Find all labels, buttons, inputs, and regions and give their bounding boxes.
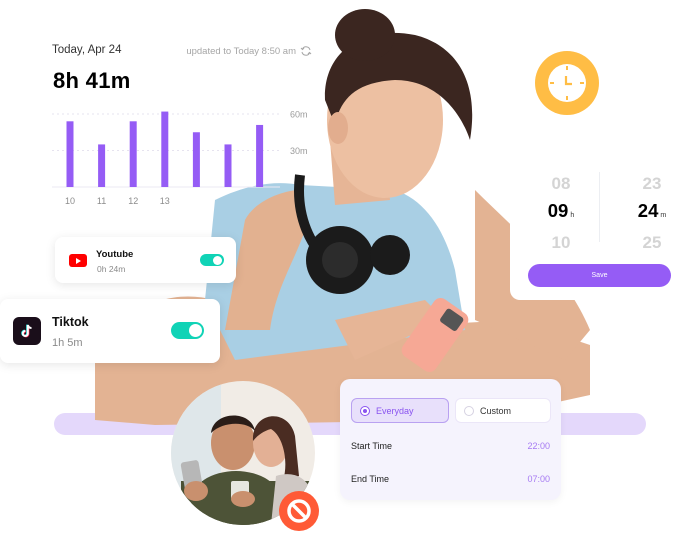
bar-12 xyxy=(129,121,137,187)
app-name: Youtube xyxy=(96,249,134,260)
start-time-value[interactable]: 22:00 xyxy=(527,441,550,451)
bar-10 xyxy=(66,121,74,187)
total-screen-time: 8h 41m xyxy=(53,68,131,93)
minute-value: 24 xyxy=(637,200,659,221)
save-button[interactable]: Save xyxy=(528,264,671,287)
hour-wheel[interactable]: 08 09 h 10 xyxy=(531,170,591,256)
end-time-label: End Time xyxy=(351,474,390,484)
updated-text: updated to Today 8:50 am xyxy=(186,45,296,57)
hour-value: 09 xyxy=(547,200,569,221)
youtube-icon xyxy=(69,254,87,267)
schedule-card: Everyday Custom Start Time 22:00 End Tim… xyxy=(340,379,561,500)
minute-selected[interactable]: 24 m xyxy=(622,197,682,229)
toggle-knob xyxy=(213,255,222,265)
bar-15 xyxy=(224,144,232,187)
toggle-knob xyxy=(189,324,202,337)
radio-custom[interactable] xyxy=(464,405,474,416)
hour-prev[interactable]: 08 xyxy=(531,170,591,197)
time-picker: 08 09 h 10 23 24 m 25 Save xyxy=(510,160,691,300)
radio-everyday[interactable] xyxy=(360,405,370,416)
usage-stats-panel: Today, Apr 24 updated to Today 8:50 am 8… xyxy=(40,30,320,220)
usage-date: Today, Apr 24 xyxy=(52,44,122,56)
updated-status: updated to Today 8:50 am xyxy=(186,45,312,57)
end-time-value[interactable]: 07:00 xyxy=(527,474,550,484)
tiktok-toggle[interactable] xyxy=(171,322,204,339)
bar-16 xyxy=(256,124,264,187)
app-usage-time: 1h 5m xyxy=(52,337,83,349)
y-tick-label: 60m xyxy=(290,110,308,120)
option-label: Custom xyxy=(480,405,512,416)
block-icon xyxy=(279,491,319,531)
bar-11 xyxy=(98,144,106,187)
usage-bar-chart: 60m 30m 10 11 12 13 xyxy=(52,110,308,206)
x-tick-label: 10 xyxy=(65,196,75,206)
hour-next[interactable]: 10 xyxy=(531,229,591,256)
option-everyday[interactable]: Everyday xyxy=(351,398,449,423)
minute-wheel[interactable]: 23 24 m 25 xyxy=(622,170,682,256)
refresh-icon[interactable] xyxy=(300,45,312,57)
y-tick-label: 30m xyxy=(290,146,308,156)
option-custom[interactable]: Custom xyxy=(455,398,551,423)
start-time-label: Start Time xyxy=(351,441,393,451)
tiktok-icon xyxy=(13,317,41,345)
app-usage-time: 0h 24m xyxy=(97,264,126,274)
bar-14 xyxy=(192,132,200,187)
x-tick-label: 13 xyxy=(160,196,170,206)
option-label: Everyday xyxy=(376,405,414,416)
minute-next[interactable]: 25 xyxy=(622,229,682,256)
end-time-row[interactable]: End Time 07:00 xyxy=(351,474,550,484)
clock-icon xyxy=(535,51,599,115)
x-tick-label: 11 xyxy=(97,196,106,206)
app-card-youtube: Youtube 0h 24m xyxy=(55,237,236,283)
hour-unit: h xyxy=(570,212,575,219)
youtube-toggle[interactable] xyxy=(200,254,224,266)
minute-prev[interactable]: 23 xyxy=(622,170,682,197)
start-time-row[interactable]: Start Time 22:00 xyxy=(351,441,550,451)
hour-selected[interactable]: 09 h xyxy=(531,197,591,229)
app-card-tiktok: Tiktok 1h 5m xyxy=(0,299,220,363)
bar-13 xyxy=(161,111,169,187)
x-tick-label: 12 xyxy=(128,196,138,206)
app-name: Tiktok xyxy=(52,315,89,329)
minute-unit: m xyxy=(660,212,667,219)
picker-divider xyxy=(599,172,600,242)
